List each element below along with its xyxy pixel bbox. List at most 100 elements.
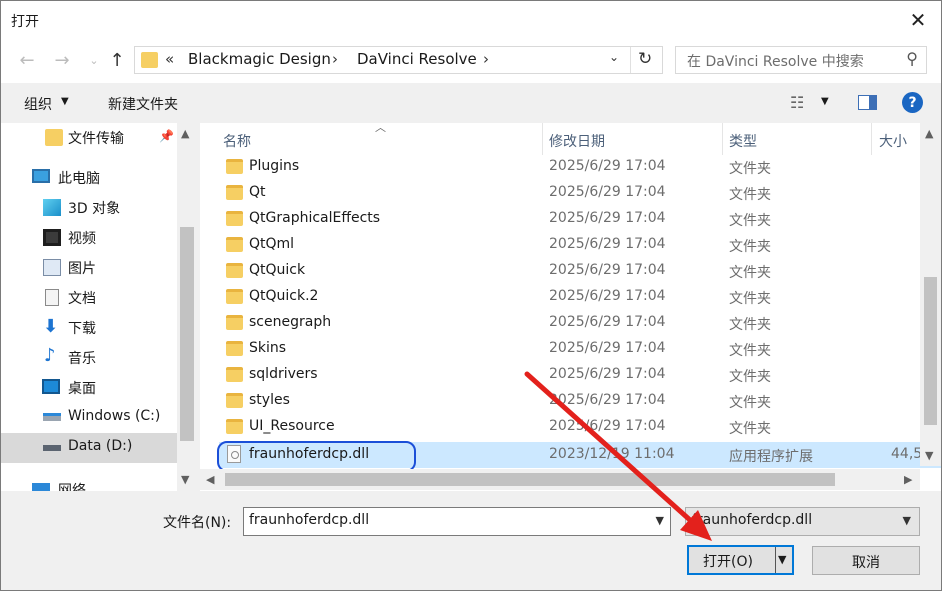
- scroll-down-icon[interactable]: ▼: [925, 449, 933, 462]
- file-name: scenegraph: [249, 314, 332, 330]
- scroll-right-icon[interactable]: ▶: [904, 473, 912, 486]
- search-input[interactable]: 在 DaVinci Resolve 中搜索 ⚲: [675, 46, 927, 74]
- organize-button[interactable]: 组织: [24, 94, 52, 114]
- chevron-right-icon[interactable]: ›: [483, 50, 489, 68]
- sidebar-item-file-transfer[interactable]: 文件传输 📌: [1, 123, 177, 153]
- file-row[interactable]: QtQuick 2025/6/29 17:04 文件夹: [219, 258, 941, 284]
- file-type: 文件夹: [729, 317, 771, 333]
- search-icon[interactable]: ⚲: [906, 49, 918, 68]
- download-icon: ⬇: [43, 316, 59, 337]
- sidebar-item-label: Windows (C:): [68, 408, 161, 424]
- file-row[interactable]: Qt 2025/6/29 17:04 文件夹: [219, 180, 941, 206]
- sidebar-item-desktop[interactable]: 桌面: [1, 373, 177, 403]
- breadcrumb-davinci[interactable]: DaVinci Resolve: [357, 50, 477, 68]
- file-type-select[interactable]: fraunhoferdcp.dll ▼: [685, 507, 920, 536]
- sidebar-item-pictures[interactable]: 图片: [1, 253, 177, 283]
- file-row[interactable]: QtQuick.2 2025/6/29 17:04 文件夹: [219, 284, 941, 310]
- file-date: 2025/6/29 17:04: [549, 418, 666, 434]
- file-row[interactable]: sqldrivers 2025/6/29 17:04 文件夹: [219, 362, 941, 388]
- folder-icon: [226, 393, 243, 408]
- sidebar-item-video[interactable]: 视频: [1, 223, 177, 253]
- sidebar-item-label: 3D 对象: [68, 201, 121, 217]
- scrollbar-thumb[interactable]: [180, 227, 194, 441]
- file-row[interactable]: styles 2025/6/29 17:04 文件夹: [219, 388, 941, 414]
- view-options-icon[interactable]: ☷: [790, 93, 804, 112]
- cancel-button[interactable]: 取消: [812, 546, 920, 575]
- column-header-size[interactable]: 大小: [879, 123, 907, 155]
- column-header-date[interactable]: 修改日期: [549, 123, 605, 155]
- file-size: 44,5: [891, 446, 923, 462]
- sidebar-item-music[interactable]: ♪ 音乐: [1, 343, 177, 373]
- file-row[interactable]: Skins 2025/6/29 17:04 文件夹: [219, 336, 941, 362]
- folder-icon: [226, 237, 243, 252]
- close-button[interactable]: ✕: [895, 1, 941, 39]
- file-date: 2025/6/29 17:04: [549, 262, 666, 278]
- file-row[interactable]: UI_Resource 2025/6/29 17:04 文件夹: [219, 414, 941, 440]
- column-header-type[interactable]: 类型: [729, 123, 757, 155]
- file-row[interactable]: Plugins 2025/6/29 17:04 文件夹: [219, 154, 941, 180]
- file-list-vertical-scrollbar[interactable]: ▲ ▼: [920, 123, 941, 466]
- sidebar-item-windows-c[interactable]: Windows (C:): [1, 403, 177, 433]
- sidebar-item-data-d[interactable]: Data (D:): [1, 433, 177, 463]
- sidebar-item-label: 下载: [68, 321, 96, 337]
- arrow-up-icon[interactable]: ↑: [106, 49, 128, 71]
- file-name: QtQml: [249, 236, 295, 252]
- file-type: 文件夹: [729, 343, 771, 359]
- file-row[interactable]: QtGraphicalEffects 2025/6/29 17:04 文件夹: [219, 206, 941, 232]
- scroll-up-icon[interactable]: ▲: [181, 127, 189, 140]
- breadcrumb-blackmagic[interactable]: Blackmagic Design: [188, 50, 331, 68]
- file-name: QtGraphicalEffects: [249, 210, 381, 226]
- chevron-down-icon[interactable]: ▼: [656, 514, 664, 527]
- caret-down-icon[interactable]: ▼: [61, 96, 69, 107]
- arrow-right-icon[interactable]: →: [51, 49, 73, 71]
- sidebar-scrollbar[interactable]: ▲ ▼: [177, 123, 197, 491]
- column-divider[interactable]: [542, 123, 543, 155]
- file-row[interactable]: scenegraph 2025/6/29 17:04 文件夹: [219, 310, 941, 336]
- sidebar-item-network[interactable]: 网络: [1, 475, 177, 491]
- open-file-dialog: 打开 ✕ ← → ⌄ ↑ « Blackmagic Design › DaVin…: [0, 0, 942, 591]
- file-type-value: fraunhoferdcp.dll: [692, 512, 813, 528]
- address-bar[interactable]: « Blackmagic Design › DaVinci Resolve › …: [134, 46, 663, 74]
- help-icon[interactable]: ?: [902, 92, 923, 113]
- pin-icon[interactable]: 📌: [159, 129, 174, 143]
- sidebar-item-downloads[interactable]: ⬇ 下载: [1, 313, 177, 343]
- drive-icon: [43, 413, 61, 421]
- column-header-name[interactable]: 名称: [223, 123, 251, 155]
- column-divider[interactable]: [871, 123, 872, 155]
- column-divider[interactable]: [722, 123, 723, 155]
- sidebar-item-this-pc[interactable]: 此电脑: [1, 163, 177, 193]
- arrow-left-icon[interactable]: ←: [16, 49, 38, 71]
- file-type: 文件夹: [729, 239, 771, 255]
- scroll-up-icon[interactable]: ▲: [925, 127, 933, 140]
- chevron-down-icon[interactable]: ⌄: [83, 49, 105, 71]
- scrollbar-thumb[interactable]: [225, 473, 835, 486]
- file-list: 名称 ︿ 修改日期 类型 大小 Plugins 2025/6/29 17:04 …: [200, 123, 941, 491]
- sidebar-item-3d-objects[interactable]: 3D 对象: [1, 193, 177, 223]
- file-type: 文件夹: [729, 369, 771, 385]
- file-list-horizontal-scrollbar[interactable]: ◀ ▶: [200, 469, 920, 490]
- address-overflow[interactable]: «: [165, 50, 174, 68]
- chevron-right-icon[interactable]: ›: [332, 50, 338, 68]
- sidebar-item-label: 文件传输: [68, 131, 124, 147]
- navigation-row: ← → ⌄ ↑ « Blackmagic Design › DaVinci Re…: [1, 39, 941, 83]
- scroll-down-icon[interactable]: ▼: [181, 473, 189, 486]
- chevron-down-icon[interactable]: ⌄: [609, 50, 619, 64]
- caret-down-icon[interactable]: ▼: [821, 96, 829, 107]
- filename-input[interactable]: fraunhoferdcp.dll ▼: [243, 507, 671, 536]
- file-type: 应用程序扩展: [729, 449, 813, 465]
- file-row[interactable]: QtQml 2025/6/29 17:04 文件夹: [219, 232, 941, 258]
- sidebar-item-label: 文档: [68, 291, 96, 307]
- preview-pane-icon[interactable]: [858, 95, 877, 110]
- sidebar-item-documents[interactable]: 文档: [1, 283, 177, 313]
- caret-down-icon[interactable]: ▼: [778, 553, 786, 566]
- file-date: 2025/6/29 17:04: [549, 236, 666, 252]
- file-name: Plugins: [249, 158, 300, 174]
- open-button[interactable]: 打开(O) ▼: [687, 545, 794, 575]
- file-date: 2025/6/29 17:04: [549, 314, 666, 330]
- new-folder-button[interactable]: 新建文件夹: [108, 94, 178, 114]
- scrollbar-thumb[interactable]: [924, 277, 937, 425]
- highlight-annotation: [217, 441, 416, 472]
- chevron-down-icon[interactable]: ▼: [903, 514, 911, 527]
- scroll-left-icon[interactable]: ◀: [206, 473, 214, 486]
- refresh-icon[interactable]: ↻: [638, 49, 652, 69]
